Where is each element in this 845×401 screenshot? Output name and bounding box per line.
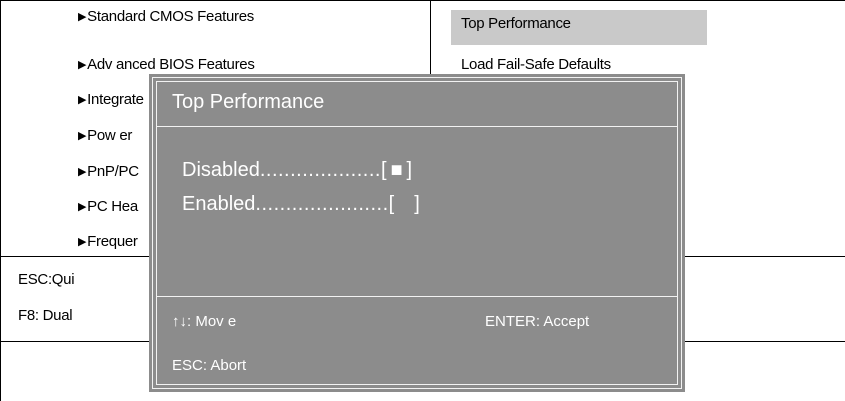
- menu-item-standard-cmos[interactable]: ▶Standard CMOS Features: [78, 7, 254, 28]
- hint-abort: ESC: Abort: [172, 357, 247, 374]
- triangle-right-icon: ▶: [78, 166, 87, 178]
- menu-item-integrated[interactable]: ▶Integrate: [78, 90, 144, 111]
- menu-item-label: PC Hea: [87, 198, 138, 215]
- option-disabled[interactable]: Disabled....................[■]: [182, 159, 412, 182]
- menu-item-label: PnP/PC: [87, 163, 139, 180]
- dialog-footer-separator: [156, 296, 678, 297]
- menu-item-label: Adv anced BIOS Features: [87, 56, 255, 73]
- bios-setup-screen: ▶Standard CMOS Features ▶Adv anced BIOS …: [0, 0, 845, 401]
- menu-item-load-fail-safe[interactable]: Load Fail-Safe Defaults: [461, 55, 611, 75]
- selected-square-icon: ■: [390, 159, 403, 181]
- option-name: Enabled: [182, 193, 256, 215]
- option-bracket-close: ]: [406, 159, 413, 181]
- dialog-title-separator: [156, 126, 678, 127]
- triangle-right-icon: ▶: [78, 11, 87, 23]
- menu-item-label: Standard CMOS Features: [87, 8, 254, 25]
- menu-item-label: Pow er: [87, 127, 133, 144]
- menu-item-frequency[interactable]: ▶Frequer: [78, 232, 138, 253]
- option-dots: ....................: [259, 159, 381, 181]
- triangle-right-icon: ▶: [78, 201, 87, 213]
- menu-item-pc-health[interactable]: ▶PC Hea: [78, 197, 138, 218]
- empty-square-icon: [394, 193, 414, 216]
- footer-esc-quit: ESC:Qui: [18, 271, 75, 288]
- dialog-title: Top Performance: [172, 91, 325, 113]
- top-border: [0, 0, 845, 1]
- option-enabled[interactable]: Enabled......................[ ]: [182, 193, 420, 216]
- menu-item-top-performance[interactable]: Top Performance: [461, 14, 571, 34]
- option-dots: ......................: [255, 193, 389, 215]
- top-performance-dialog: Top Performance Disabled................…: [149, 74, 685, 392]
- menu-item-label: Frequer: [87, 233, 138, 250]
- menu-item-label: Integrate: [87, 91, 144, 108]
- triangle-right-icon: ▶: [78, 59, 87, 71]
- menu-item-pnp-pci[interactable]: ▶PnP/PC: [78, 162, 139, 183]
- triangle-right-icon: ▶: [78, 236, 87, 248]
- hint-move: ↑↓: Mov e: [172, 313, 237, 330]
- option-bracket-close: ]: [414, 193, 420, 215]
- triangle-right-icon: ▶: [78, 94, 87, 106]
- menu-item-advanced-bios[interactable]: ▶Adv anced BIOS Features: [78, 55, 255, 76]
- footer-f8-dual: F8: Dual: [18, 307, 73, 324]
- hint-accept: ENTER: Accept: [485, 313, 590, 330]
- menu-item-power[interactable]: ▶Pow er: [78, 126, 132, 147]
- triangle-right-icon: ▶: [78, 130, 87, 142]
- option-name: Disabled: [182, 159, 260, 181]
